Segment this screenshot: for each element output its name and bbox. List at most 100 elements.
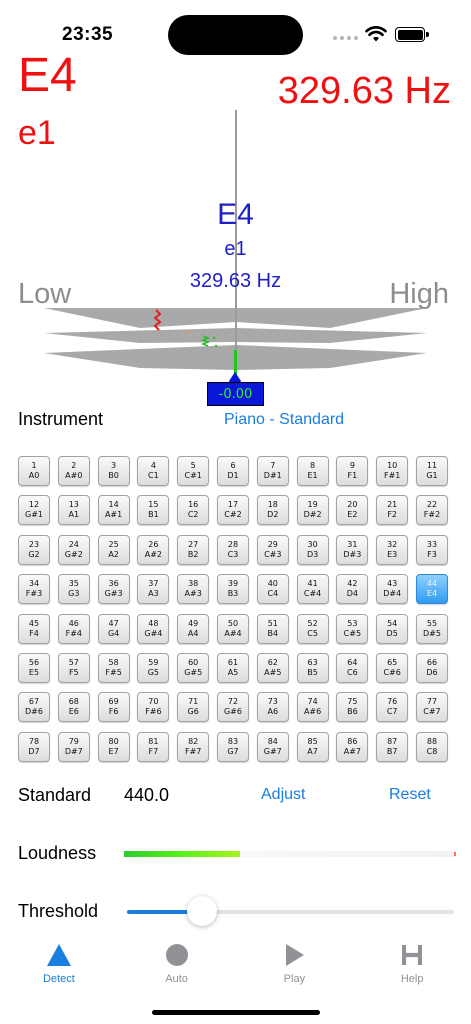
piano-key-button[interactable]: 77 C#7 (415, 692, 448, 723)
piano-key-button[interactable]: 13 A1 (57, 495, 90, 526)
threshold-slider-thumb[interactable] (187, 896, 218, 926)
piano-key-button[interactable]: 25 A2 (97, 534, 130, 565)
piano-key-button[interactable]: 62 A#5 (256, 652, 289, 683)
piano-key-button[interactable]: 16 C2 (177, 495, 210, 526)
piano-key-button[interactable]: 11 G1 (415, 456, 448, 486)
piano-key-button[interactable]: 51 B4 (256, 613, 289, 644)
piano-key-button[interactable]: 81 F7 (137, 731, 170, 762)
piano-key-button[interactable]: 76 C7 (376, 692, 409, 723)
piano-key-button[interactable]: 3 B0 (97, 456, 130, 486)
piano-key-button[interactable]: 41 C#4 (296, 574, 329, 605)
tab-detect[interactable]: Detect (0, 936, 118, 996)
piano-key-button[interactable]: 68 E6 (57, 692, 90, 723)
piano-key-button[interactable]: 59 G5 (137, 652, 170, 683)
piano-key-button[interactable]: 19 D#2 (296, 495, 329, 526)
piano-key-button[interactable]: 54 D5 (376, 613, 409, 644)
piano-key-button[interactable]: 28 C3 (216, 534, 249, 565)
piano-key-button[interactable]: 57 F5 (57, 652, 90, 683)
piano-key-button[interactable]: 63 B5 (296, 652, 329, 683)
key-note-name: D#2 (303, 510, 322, 520)
piano-key-button[interactable]: 32 E3 (376, 534, 409, 565)
piano-key-button[interactable]: 69 F6 (97, 692, 130, 723)
piano-key-button[interactable]: 1 A0 (18, 456, 50, 486)
piano-key-button[interactable]: 45 F4 (18, 613, 50, 644)
piano-key-button[interactable]: 67 D#6 (18, 692, 50, 723)
piano-key-button[interactable]: 21 F2 (376, 495, 409, 526)
piano-key-button[interactable]: 87 B7 (376, 731, 409, 762)
piano-key-button[interactable]: 39 B3 (216, 574, 249, 605)
piano-key-button[interactable]: 14 A#1 (97, 495, 130, 526)
piano-key-button[interactable]: 31 D#3 (336, 534, 369, 565)
adjust-button[interactable]: Adjust (261, 786, 305, 804)
tab-play[interactable]: Play (236, 936, 354, 996)
instrument-selector[interactable]: Piano - Standard (224, 411, 344, 429)
piano-key-button[interactable]: 37 A3 (137, 574, 170, 605)
piano-key-button[interactable]: 38 A#3 (177, 574, 210, 605)
piano-key-button[interactable]: 72 G#6 (216, 692, 249, 723)
piano-key-button[interactable]: 86 A#7 (336, 731, 369, 762)
piano-key-button[interactable]: 15 B1 (137, 495, 170, 526)
piano-key-button[interactable]: 6 D1 (216, 456, 249, 486)
reset-button[interactable]: Reset (389, 786, 431, 804)
piano-key-button[interactable]: 29 C#3 (256, 534, 289, 565)
piano-key-button[interactable]: 52 C5 (296, 613, 329, 644)
piano-key-button[interactable]: 20 E2 (336, 495, 369, 526)
piano-key-button[interactable]: 88 C8 (415, 731, 448, 762)
piano-key-button[interactable]: 48 G#4 (137, 613, 170, 644)
piano-key-button[interactable]: 85 A7 (296, 731, 329, 762)
piano-key-button[interactable]: 5 C#1 (177, 456, 210, 486)
piano-key-button[interactable]: 26 A#2 (137, 534, 170, 565)
piano-key-button[interactable]: 22 F#2 (415, 495, 448, 526)
key-note-name: D#7 (64, 746, 83, 756)
piano-key-button[interactable]: 42 D4 (336, 574, 369, 605)
piano-key-button[interactable]: 80 E7 (97, 731, 130, 762)
piano-key-button[interactable]: 60 G#5 (177, 652, 210, 683)
threshold-slider[interactable] (127, 910, 454, 914)
piano-key-button[interactable]: 82 F#7 (177, 731, 210, 762)
piano-key-button[interactable]: 40 C4 (256, 574, 289, 605)
piano-key-button[interactable]: 44 E4 (415, 574, 448, 605)
piano-key-button[interactable]: 50 A#4 (216, 613, 249, 644)
piano-key-button[interactable]: 10 F#1 (376, 456, 409, 486)
piano-key-button[interactable]: 79 D#7 (57, 731, 90, 762)
piano-key-button[interactable]: 8 E1 (296, 456, 329, 486)
piano-key-button[interactable]: 30 D3 (296, 534, 329, 565)
piano-key-button[interactable]: 34 F#3 (18, 574, 50, 605)
piano-key-button[interactable]: 23 G2 (18, 534, 50, 565)
key-note-name: A3 (148, 589, 159, 599)
piano-key-button[interactable]: 53 C#5 (336, 613, 369, 644)
piano-key-button[interactable]: 55 D#5 (415, 613, 448, 644)
piano-key-button[interactable]: 56 E5 (18, 652, 50, 683)
piano-key-button[interactable]: 75 B6 (336, 692, 369, 723)
piano-key-button[interactable]: 49 A4 (177, 613, 210, 644)
piano-key-button[interactable]: 4 C1 (137, 456, 170, 486)
piano-key-button[interactable]: 24 G#2 (57, 534, 90, 565)
piano-key-button[interactable]: 12 G#1 (18, 495, 50, 526)
piano-key-button[interactable]: 35 G3 (57, 574, 90, 605)
piano-key-button[interactable]: 7 D#1 (256, 456, 289, 486)
piano-key-button[interactable]: 46 F#4 (57, 613, 90, 644)
piano-key-button[interactable]: 84 G#7 (256, 731, 289, 762)
piano-key-button[interactable]: 47 G4 (97, 613, 130, 644)
piano-key-button[interactable]: 74 A#6 (296, 692, 329, 723)
piano-key-button[interactable]: 70 F#6 (137, 692, 170, 723)
piano-key-button[interactable]: 17 C#2 (216, 495, 249, 526)
tab-auto[interactable]: Auto (118, 936, 236, 996)
piano-key-button[interactable]: 43 D#4 (376, 574, 409, 605)
tab-help[interactable]: Help (353, 936, 471, 996)
piano-key-button[interactable]: 65 C#6 (376, 652, 409, 683)
piano-key-button[interactable]: 2 A#0 (57, 456, 90, 486)
piano-key-button[interactable]: 9 F1 (336, 456, 369, 486)
piano-key-button[interactable]: 33 F3 (415, 534, 448, 565)
piano-key-button[interactable]: 61 A5 (216, 652, 249, 683)
piano-key-button[interactable]: 18 D2 (256, 495, 289, 526)
piano-key-button[interactable]: 73 A6 (256, 692, 289, 723)
piano-key-button[interactable]: 64 C6 (336, 652, 369, 683)
piano-key-button[interactable]: 78 D7 (18, 731, 50, 762)
piano-key-button[interactable]: 83 G7 (216, 731, 249, 762)
piano-key-button[interactable]: 36 G#3 (97, 574, 130, 605)
piano-key-button[interactable]: 27 B2 (177, 534, 210, 565)
piano-key-button[interactable]: 71 G6 (177, 692, 210, 723)
piano-key-button[interactable]: 58 F#5 (97, 652, 130, 683)
piano-key-button[interactable]: 66 D6 (415, 652, 448, 683)
